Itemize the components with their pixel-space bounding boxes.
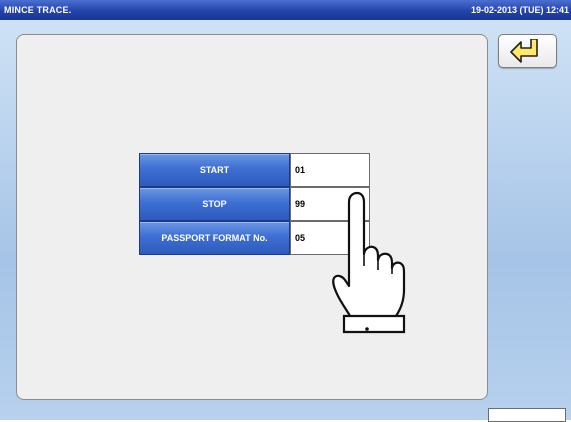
screen-title: MINCE TRACE. (4, 5, 72, 15)
stop-button[interactable]: STOP (139, 187, 290, 221)
date-time: 19-02-2013 (TUE) 12:41 (470, 5, 569, 15)
start-value-field[interactable]: 01 (290, 153, 370, 187)
return-arrow-icon (510, 39, 538, 63)
passport-format-button[interactable]: PASSPORT FORMAT No. (139, 221, 290, 255)
pointing-hand-icon (332, 191, 406, 334)
row-start: START 01 (139, 153, 370, 187)
title-bar: MINCE TRACE. 19-02-2013 (TUE) 12:41 (0, 0, 571, 20)
back-button[interactable] (498, 34, 557, 68)
start-button[interactable]: START (139, 153, 290, 187)
